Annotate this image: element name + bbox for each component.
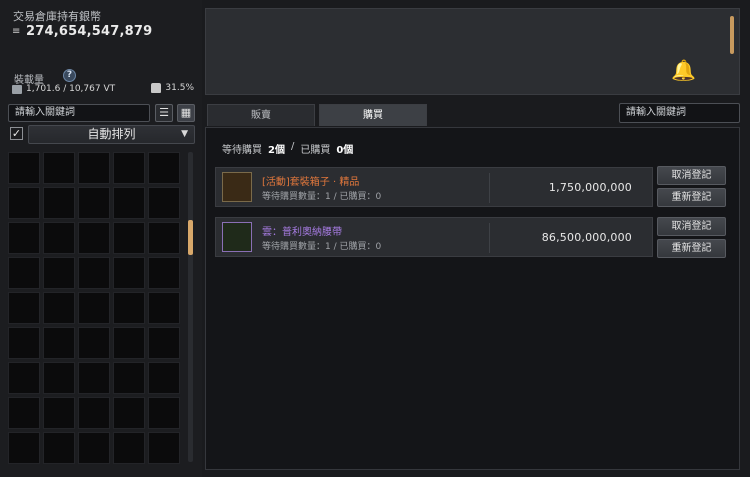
inventory-slot[interactable]	[8, 222, 40, 254]
inventory-slot[interactable]	[113, 327, 145, 359]
inventory-slot[interactable]	[43, 397, 75, 429]
inventory-slot[interactable]	[43, 222, 75, 254]
order-quantity: 等待購買數量：1 / 已購買：0	[262, 192, 382, 202]
capacity-value: 1,701.6 / 10,767 VT	[26, 84, 116, 94]
inventory-slot[interactable]	[78, 432, 110, 464]
capacity-percent: 31.5%	[151, 83, 194, 93]
order-search-input[interactable]: 請輸入關鍵詞	[619, 103, 740, 123]
order-row: 雲：普利奧納腰帶 等待購買數量：1 / 已購買：0 86,500,000,000	[215, 217, 653, 257]
inventory-slot[interactable]	[8, 187, 40, 219]
inventory-slot[interactable]	[148, 327, 180, 359]
inventory-slot[interactable]	[113, 152, 145, 184]
status-separator: /	[290, 141, 295, 152]
warehouse-panel: 交易倉庫持有銀幣 ≡ 274,654,547,879 裝載量 ? 1,701.6…	[0, 0, 202, 477]
inventory-slot[interactable]	[113, 292, 145, 324]
reregister-order-button[interactable]: 重新登記	[657, 239, 726, 258]
capacity-percent-value: 31.5%	[165, 83, 194, 93]
inventory-slot[interactable]	[43, 292, 75, 324]
coin-stack-icon: ≡	[12, 26, 21, 37]
inventory-slot[interactable]	[148, 222, 180, 254]
weight-percent-icon	[151, 83, 162, 93]
inventory-slot[interactable]	[43, 327, 75, 359]
chevron-down-icon: ▼	[181, 129, 188, 139]
order-item-name: [活動]套裝箱子 · 精品	[262, 177, 360, 188]
order-status: 等待購買 2個 / 已購買 0個	[222, 141, 353, 156]
list-icon: ☰	[159, 106, 169, 119]
treasure-chest-icon	[222, 172, 252, 202]
inventory-slot[interactable]	[78, 257, 110, 289]
tab-sell[interactable]: 販賣	[207, 104, 315, 126]
inventory-slot[interactable]	[113, 257, 145, 289]
inventory-slot[interactable]	[148, 257, 180, 289]
inventory-slot[interactable]	[78, 152, 110, 184]
auto-sort-dropdown[interactable]: 自動排列 ▼	[28, 125, 195, 144]
inventory-slot[interactable]	[43, 187, 75, 219]
inventory-slot[interactable]	[148, 292, 180, 324]
silver-amount: 274,654,547,879	[26, 24, 153, 39]
warehouse-title: 交易倉庫持有銀幣	[13, 10, 101, 23]
inventory-slot[interactable]	[113, 432, 145, 464]
auto-sort-label: 自動排列	[87, 127, 136, 141]
bell-scroll-icon: 🔔	[671, 58, 696, 82]
message-area: 🔔	[205, 8, 740, 95]
inventory-slot[interactable]	[113, 187, 145, 219]
inventory-slot[interactable]	[8, 257, 40, 289]
inventory-slot[interactable]	[43, 152, 75, 184]
tab-buy[interactable]: 購買	[319, 104, 427, 126]
inventory-slot[interactable]	[113, 222, 145, 254]
inventory-slot[interactable]	[43, 362, 75, 394]
inventory-slot[interactable]	[8, 432, 40, 464]
inventory-slot[interactable]	[78, 222, 110, 254]
inventory-slot[interactable]	[148, 362, 180, 394]
inventory-slot[interactable]	[78, 397, 110, 429]
cancel-order-button[interactable]: 取消登記	[657, 217, 726, 236]
inventory-slot[interactable]	[78, 292, 110, 324]
cancel-order-button[interactable]: 取消登記	[657, 166, 726, 185]
inventory-slot[interactable]	[8, 397, 40, 429]
inventory-scroll-thumb[interactable]	[188, 220, 193, 255]
help-icon[interactable]: ?	[63, 69, 76, 82]
inventory-slot[interactable]	[8, 327, 40, 359]
row-divider	[489, 173, 490, 203]
list-view-button[interactable]: ☰	[155, 104, 173, 122]
done-count: 0個	[336, 145, 354, 156]
silver-balance: ≡ 274,654,547,879	[12, 24, 152, 39]
weight-icon	[12, 84, 22, 94]
reregister-order-button[interactable]: 重新登記	[657, 188, 726, 207]
inventory-slot[interactable]	[8, 292, 40, 324]
done-label: 已購買	[300, 145, 331, 156]
inventory-slot[interactable]	[148, 397, 180, 429]
inventory-slot[interactable]	[148, 187, 180, 219]
belt-icon	[222, 222, 252, 252]
warehouse-search-input[interactable]: 請輸入關鍵詞	[8, 104, 150, 122]
inventory-slot[interactable]	[8, 362, 40, 394]
auto-sort-checkbox[interactable]: ✓	[10, 127, 23, 140]
inventory-slot[interactable]	[148, 152, 180, 184]
inventory-slot[interactable]	[113, 397, 145, 429]
inventory-slot[interactable]	[78, 362, 110, 394]
grid-view-button[interactable]: ▦	[177, 104, 195, 122]
inventory-slot[interactable]	[43, 257, 75, 289]
pending-count: 2個	[268, 145, 285, 156]
order-price: 1,750,000,000	[548, 181, 632, 194]
order-price: 86,500,000,000	[541, 231, 632, 244]
inventory-grid	[8, 152, 184, 464]
order-quantity: 等待購買數量：1 / 已購買：0	[262, 242, 382, 252]
inventory-slot[interactable]	[148, 432, 180, 464]
order-row: [活動]套裝箱子 · 精品 等待購買數量：1 / 已購買：0 1,750,000…	[215, 167, 653, 207]
grid-icon: ▦	[180, 106, 192, 119]
capacity-readout: 1,701.6 / 10,767 VT	[12, 84, 115, 94]
inventory-slot[interactable]	[8, 152, 40, 184]
inventory-slot[interactable]	[78, 327, 110, 359]
inventory-slot[interactable]	[113, 362, 145, 394]
pending-label: 等待購買	[222, 145, 262, 156]
order-item-name: 雲：普利奧納腰帶	[262, 227, 342, 238]
inventory-slot[interactable]	[78, 187, 110, 219]
row-divider	[489, 223, 490, 253]
inventory-scrollbar[interactable]	[188, 152, 193, 462]
inventory-slot[interactable]	[43, 432, 75, 464]
message-scrollbar[interactable]	[730, 16, 734, 54]
